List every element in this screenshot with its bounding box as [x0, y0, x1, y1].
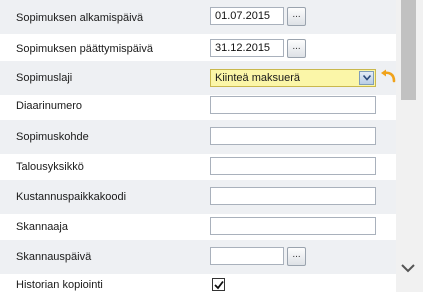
scrollbar-thumb[interactable] [401, 0, 416, 100]
chevron-down-icon[interactable] [359, 71, 374, 85]
end-date-input[interactable]: 31.12.2015 [210, 39, 284, 57]
contract-type-label: Sopimuslaji [16, 72, 73, 84]
check-icon [214, 280, 224, 290]
contract-type-select[interactable]: Kiinteä maksuerä [210, 69, 376, 87]
finance-unit-input[interactable] [210, 157, 376, 175]
undo-arrow-icon[interactable] [380, 69, 396, 86]
scroll-down-icon[interactable] [400, 262, 416, 277]
scan-date-input[interactable] [210, 247, 284, 265]
history-copy-checkbox[interactable] [212, 278, 225, 291]
scanner-label: Skannaaja [16, 221, 68, 233]
row-record-number: Diaarinumero [0, 89, 396, 123]
row-finance-unit: Talousyksikkö [0, 150, 396, 184]
record-number-label: Diaarinumero [16, 100, 83, 112]
contract-type-value: Kiinteä maksuerä [215, 72, 300, 84]
cost-center-input[interactable] [210, 187, 376, 205]
contract-object-input[interactable] [210, 127, 376, 145]
contract-form: Sopimuksen alkamispäivä 01.07.2015 ... S… [0, 0, 396, 292]
row-history-copy: Historian kopiointi [0, 270, 396, 304]
row-start-date: Sopimuksen alkamispäivä 01.07.2015 ... [0, 0, 396, 34]
scan-date-label: Skannauspäivä [16, 251, 92, 263]
row-scanner: Skannaaja [0, 210, 396, 244]
row-contract-object: Sopimuskohde [0, 120, 396, 154]
finance-unit-label: Talousyksikkö [16, 161, 84, 173]
start-date-label: Sopimuksen alkamispäivä [16, 12, 144, 24]
contract-object-label: Sopimuskohde [16, 131, 89, 143]
cost-center-label: Kustannuspaikkakoodi [16, 191, 127, 203]
vertical-scrollbar[interactable] [396, 0, 423, 292]
scan-date-picker-button[interactable]: ... [287, 247, 306, 266]
end-date-picker-button[interactable]: ... [287, 39, 306, 58]
row-scan-date: Skannauspäivä ... [0, 240, 396, 274]
row-cost-center: Kustannuspaikkakoodi [0, 180, 396, 214]
history-copy-label: Historian kopiointi [16, 279, 103, 291]
record-number-input[interactable] [210, 96, 376, 114]
start-date-picker-button[interactable]: ... [287, 7, 306, 26]
scanner-input[interactable] [210, 217, 376, 235]
start-date-input[interactable]: 01.07.2015 [210, 7, 284, 25]
end-date-label: Sopimuksen päättymispäivä [16, 43, 153, 55]
